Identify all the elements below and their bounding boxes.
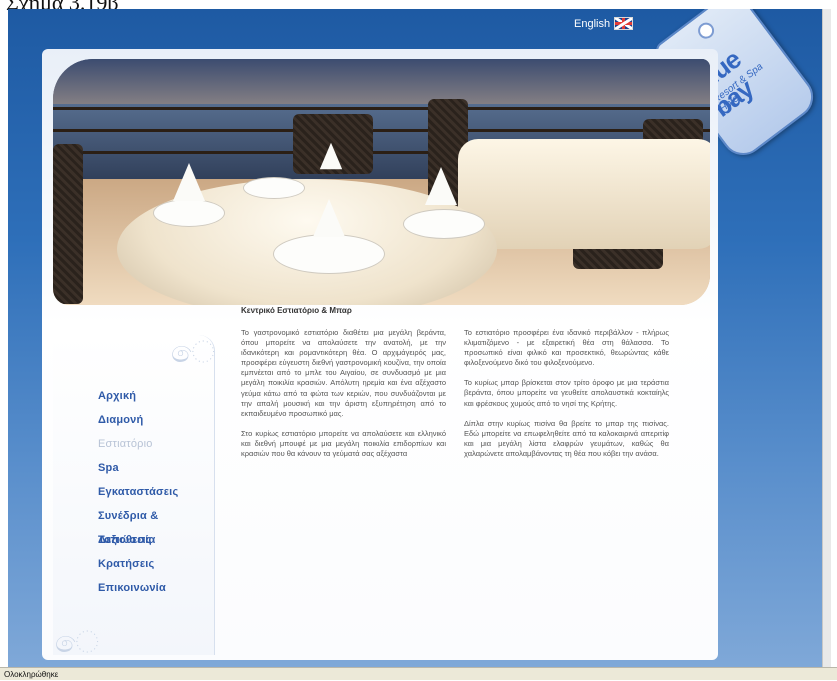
nav-item-facilities[interactable]: Εγκαταστάσεις xyxy=(98,480,214,504)
nav-item-accommodation[interactable]: Διαμονή xyxy=(98,408,214,432)
nav-item-location[interactable]: Τοποθεσία xyxy=(98,528,214,552)
paragraph: Το κυρίως μπαρ βρίσκεται στον τρίτο όροφ… xyxy=(464,378,669,408)
browser-viewport: English blue bay Resort & Spa Hotel xyxy=(8,9,831,667)
restaurant-hero-image xyxy=(53,59,710,305)
paragraph: Δίπλα στην κυρίως πισίνα θα βρείτε το μπ… xyxy=(464,418,669,458)
browser-status-bar: Ολοκληρώθηκε xyxy=(0,667,837,680)
uk-flag-icon xyxy=(614,17,634,30)
nav-item-home[interactable]: Αρχική xyxy=(98,384,214,408)
paragraph: Το γαστρονομικό εστιατόριο διαθέτει μια … xyxy=(241,328,446,418)
language-label: English xyxy=(574,17,611,30)
swirl-ornament-icon: ෙ xyxy=(171,335,216,370)
vertical-scrollbar[interactable] xyxy=(822,9,831,667)
content-left-column: Το γαστρονομικό εστιατόριο διαθέτει μια … xyxy=(241,328,446,469)
nav-item-contact[interactable]: Επικοινωνία xyxy=(98,576,214,600)
main-navigation: Αρχική Διαμονή Εστιατόριο Spa Εγκαταστάσ… xyxy=(98,384,214,600)
sidebar: ෙ ෙ Αρχική Διαμονή Εστιατόριο Spa Εγκατα… xyxy=(53,335,216,660)
language-switch-link[interactable]: English xyxy=(574,17,634,30)
nav-item-spa[interactable]: Spa xyxy=(98,456,214,480)
page-title: Κεντρικό Εστιατόριο & Μπαρ xyxy=(241,306,352,315)
swirl-ornament-icon: ෙ xyxy=(55,625,100,660)
nav-item-conferences[interactable]: Συνέδρια & Δεξιώσεις xyxy=(98,504,214,546)
nav-item-reservations[interactable]: Κρατήσεις xyxy=(98,552,214,576)
tag-hole xyxy=(694,19,718,42)
paragraph: Στο κυρίως εστιατόριο μπορείτε να απολαύ… xyxy=(241,428,446,459)
content-right-column: Το εστιατόριο προσφέρει ένα ιδανικό περι… xyxy=(464,328,669,469)
nav-item-restaurant[interactable]: Εστιατόριο xyxy=(98,432,214,456)
paragraph: Το εστιατόριο προσφέρει ένα ιδανικό περι… xyxy=(464,328,669,368)
